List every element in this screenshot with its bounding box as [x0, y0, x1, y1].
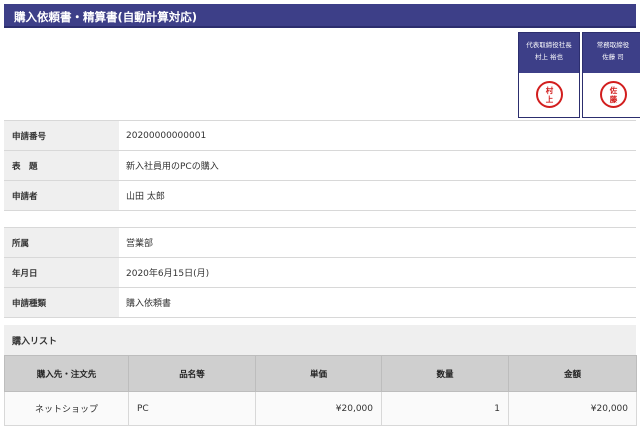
approval-seal: 佐 藤 — [600, 81, 627, 108]
field-value[interactable]: 2020年6月15日(月) — [126, 258, 209, 287]
seal-char: 藤 — [609, 94, 618, 104]
field-label: 申請者 — [4, 181, 119, 210]
field-value[interactable]: 20200000000001 — [126, 121, 206, 150]
approver-name: 村上 裕也 — [534, 53, 564, 61]
purchase-list-heading: 購入リスト — [4, 325, 636, 355]
field-label: 表 題 — [4, 151, 119, 180]
cell-vendor[interactable]: ネットショップ — [4, 391, 129, 426]
seal-char: 佐 — [609, 85, 618, 95]
field-application-number: 申請番号 20200000000001 — [4, 121, 636, 151]
field-label: 年月日 — [4, 258, 119, 287]
field-value[interactable]: 新入社員用のPCの購入 — [126, 151, 219, 180]
column-header-unit-price: 単価 — [255, 355, 382, 392]
column-header-amount: 金額 — [508, 355, 637, 392]
field-department: 所属 営業部 — [4, 228, 636, 258]
field-label: 申請種類 — [4, 288, 119, 317]
cell-item[interactable]: PC — [128, 391, 256, 426]
approver-header: 代表取締役社長 村上 裕也 — [519, 33, 579, 73]
column-header-vendor: 購入先・注文先 — [4, 355, 129, 392]
field-value[interactable]: 購入依頼書 — [126, 288, 171, 317]
seal-char: 村 — [545, 85, 554, 95]
field-request-type: 申請種類 購入依頼書 — [4, 288, 636, 318]
approval-seal: 村 上 — [536, 81, 563, 108]
applicant-info-section: 申請番号 20200000000001 表 題 新入社員用のPCの購入 申請者 … — [4, 120, 636, 211]
approver-name: 佐藤 司 — [602, 53, 624, 61]
column-header-quantity: 数量 — [381, 355, 509, 392]
form-title-bar: 購入依頼書・精算書(自動計算対応) — [4, 4, 636, 28]
approver-box-director: 常務取締役 佐藤 司 佐 藤 — [582, 32, 640, 118]
field-value[interactable]: 営業部 — [126, 228, 153, 257]
approval-stamps: 代表取締役社長 村上 裕也 村 上 常務取締役 佐藤 司 佐 藤 — [516, 32, 640, 118]
approver-header: 常務取締役 佐藤 司 — [583, 33, 640, 73]
seal-area: 佐 藤 — [583, 73, 640, 117]
column-header-item: 品名等 — [128, 355, 256, 392]
field-date: 年月日 2020年6月15日(月) — [4, 258, 636, 288]
purchase-list-table: 購入先・注文先 品名等 単価 数量 金額 ネットショップ PC ¥20,000 … — [4, 355, 637, 426]
seal-area: 村 上 — [519, 73, 579, 117]
cell-unit-price[interactable]: ¥20,000 — [255, 391, 382, 426]
approver-role: 常務取締役 — [596, 41, 630, 49]
request-info-section: 所属 営業部 年月日 2020年6月15日(月) 申請種類 購入依頼書 — [4, 227, 636, 318]
table-header-row: 購入先・注文先 品名等 単価 数量 金額 — [4, 355, 637, 392]
form-title: 購入依頼書・精算書(自動計算対応) — [14, 10, 198, 24]
cell-quantity[interactable]: 1 — [381, 391, 509, 426]
field-value[interactable]: 山田 太郎 — [126, 181, 165, 210]
field-label: 申請番号 — [4, 121, 119, 150]
field-subject: 表 題 新入社員用のPCの購入 — [4, 151, 636, 181]
field-applicant: 申請者 山田 太郎 — [4, 181, 636, 211]
field-label: 所属 — [4, 228, 119, 257]
cell-amount[interactable]: ¥20,000 — [508, 391, 637, 426]
seal-char: 上 — [545, 94, 554, 104]
table-row: ネットショップ PC ¥20,000 1 ¥20,000 — [4, 391, 637, 426]
approver-box-president: 代表取締役社長 村上 裕也 村 上 — [518, 32, 580, 118]
approver-role: 代表取締役社長 — [526, 41, 572, 49]
